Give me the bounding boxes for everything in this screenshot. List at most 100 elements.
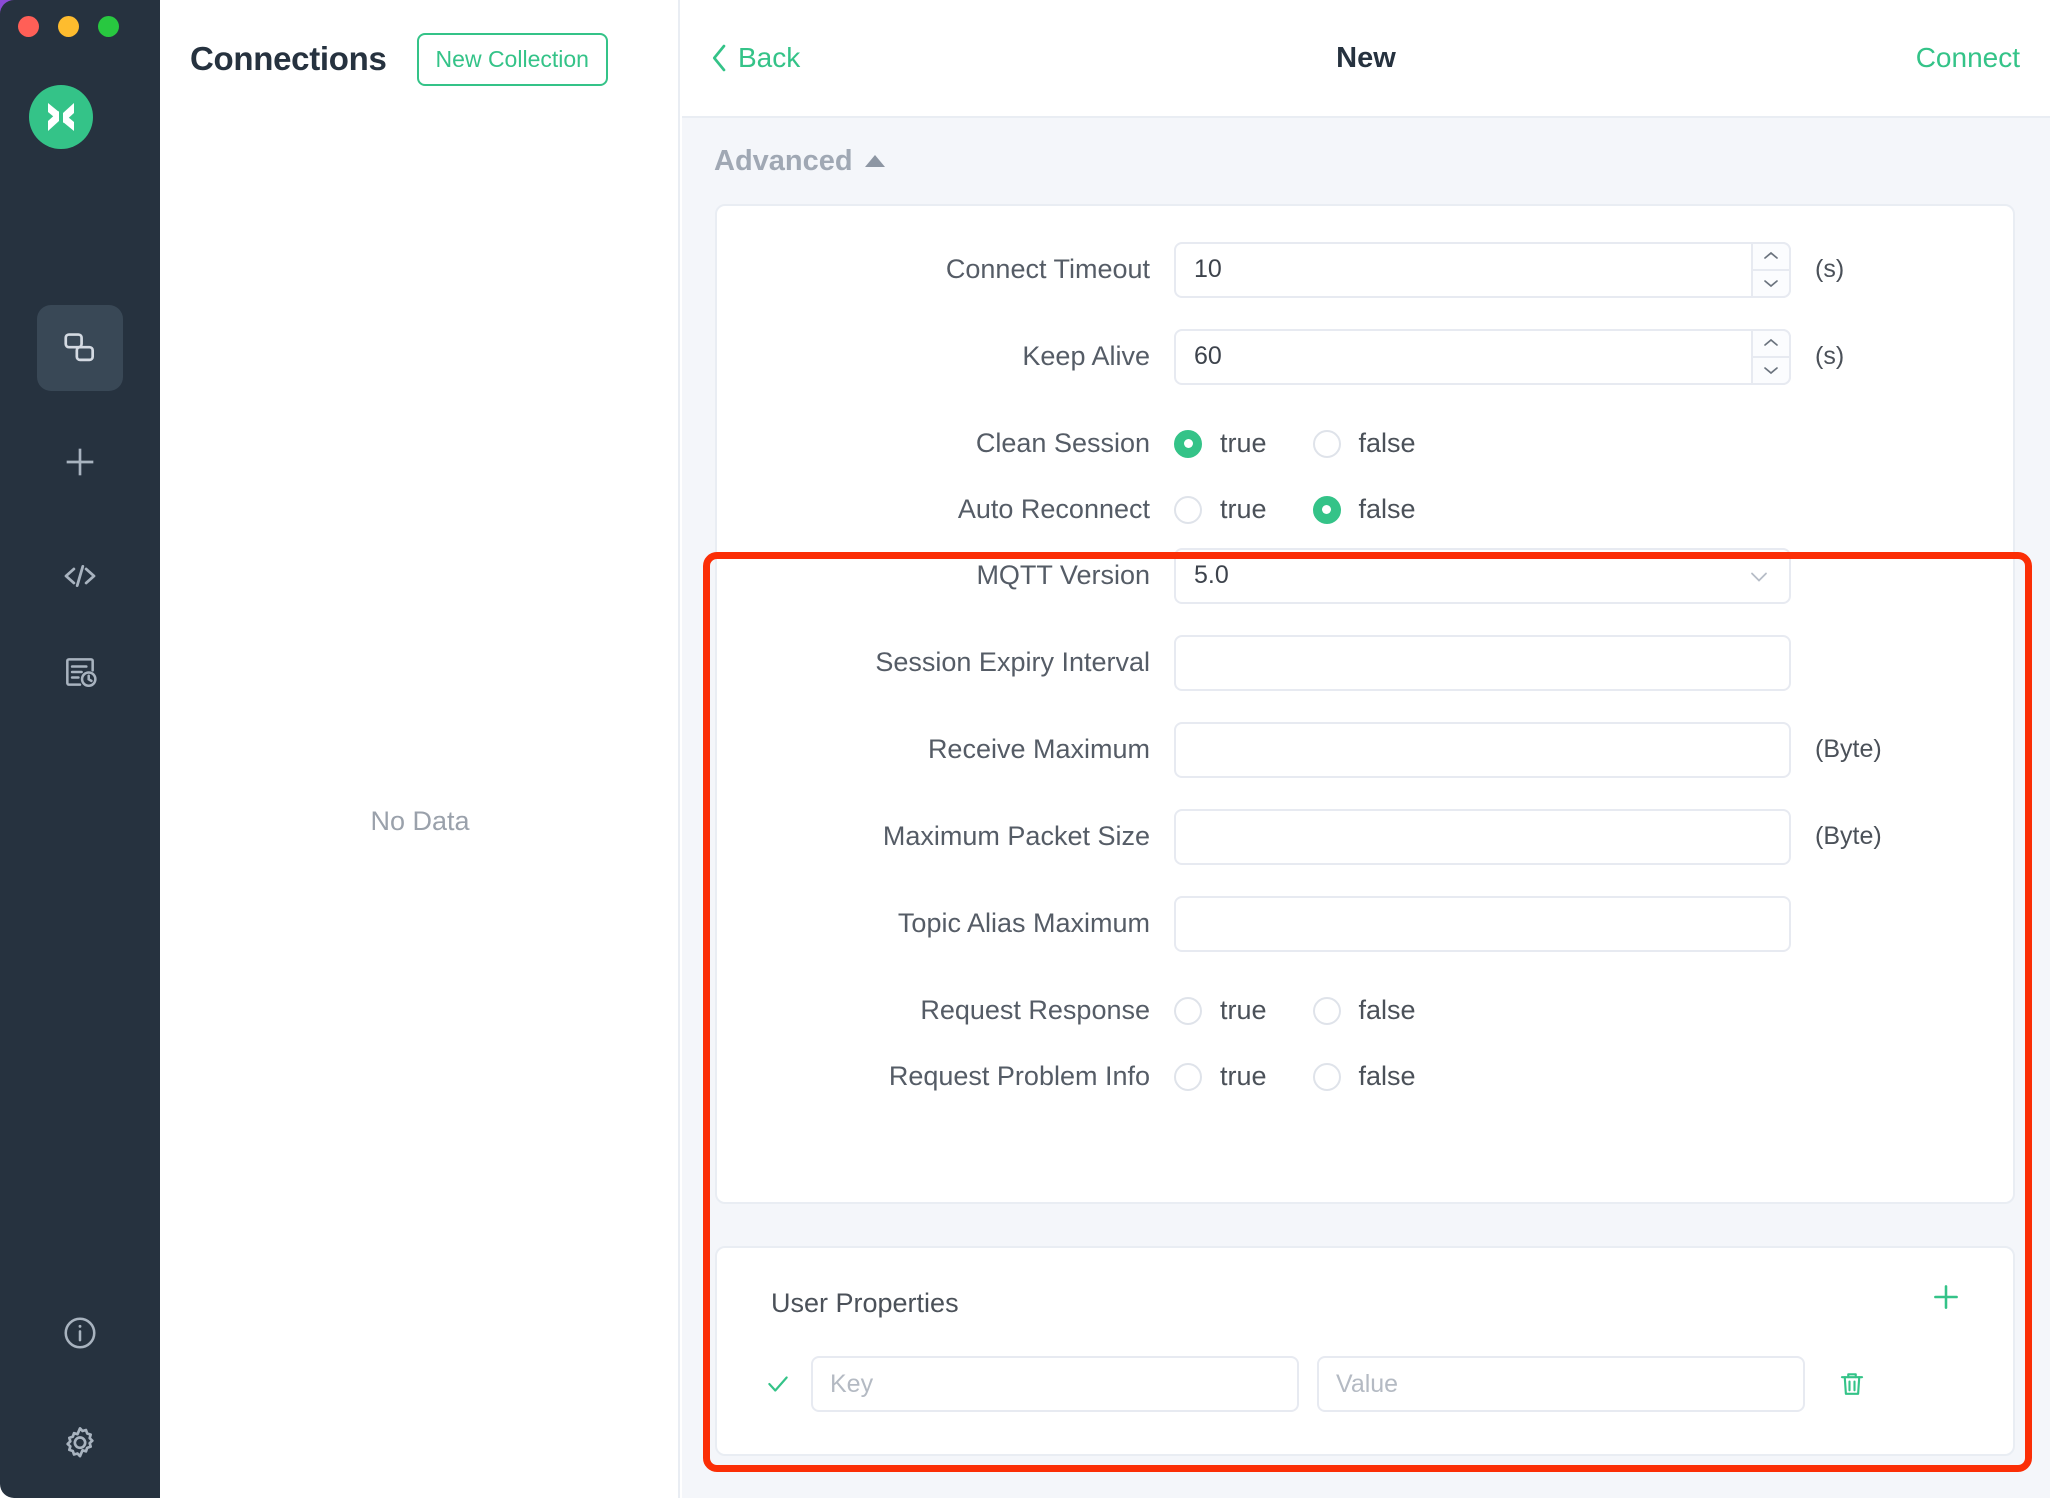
label-receive-maximum: Receive Maximum: [717, 734, 1174, 765]
connect-timeout-stepper[interactable]: [1751, 242, 1791, 298]
maximum-packet-size-input[interactable]: [1194, 822, 1771, 851]
radio-indicator: [1174, 1063, 1202, 1091]
left-icon-rail: [0, 0, 160, 1498]
request-problem-info-radio-group: true false: [1174, 1061, 1462, 1092]
label-session-expiry-interval: Session Expiry Interval: [717, 647, 1174, 678]
session-expiry-interval-input-wrap[interactable]: [1174, 635, 1791, 691]
add-user-property-button[interactable]: [1929, 1280, 1963, 1319]
detail-title: New: [682, 42, 2050, 75]
maximum-packet-size-input-wrap[interactable]: [1174, 809, 1791, 865]
keep-alive-stepper[interactable]: [1751, 329, 1791, 385]
property-value-input[interactable]: [1336, 1370, 1786, 1399]
user-properties-title: User Properties: [771, 1288, 959, 1319]
trash-icon: [1837, 1368, 1867, 1400]
advanced-settings-card: Connect Timeout (s): [715, 204, 2015, 1204]
label-topic-alias-maximum: Topic Alias Maximum: [717, 908, 1174, 939]
request-problem-info-true[interactable]: true: [1174, 1061, 1267, 1092]
check-icon: [763, 1371, 793, 1397]
mqtt-version-value: 5.0: [1194, 561, 1229, 590]
property-value-field[interactable]: [1317, 1356, 1805, 1412]
connect-timeout-unit: (s): [1815, 255, 1844, 284]
rail-secondary-nav: [0, 1278, 160, 1498]
row-connect-timeout: Connect Timeout (s): [717, 226, 2017, 313]
detail-header: Back New Connect: [682, 0, 2050, 118]
empty-state-text: No Data: [160, 806, 680, 837]
mqttx-logo: [29, 85, 93, 149]
connect-timeout-input-wrap[interactable]: [1174, 242, 1791, 298]
sidebar-item-connections[interactable]: [0, 300, 160, 396]
radio-indicator: [1174, 997, 1202, 1025]
auto-reconnect-true[interactable]: true: [1174, 494, 1267, 525]
advanced-toggle[interactable]: Advanced: [714, 145, 885, 178]
connections-header: Connections New Collection: [160, 0, 680, 118]
connect-timeout-input[interactable]: [1194, 255, 1771, 284]
sidebar-item-log[interactable]: [0, 624, 160, 720]
request-response-true[interactable]: true: [1174, 995, 1267, 1026]
radio-label: true: [1220, 494, 1267, 525]
sidebar-item-settings[interactable]: [0, 1388, 160, 1498]
stepper-up-icon[interactable]: [1753, 244, 1789, 271]
row-mqtt-version: MQTT Version 5.0: [717, 532, 2017, 619]
property-key-input[interactable]: [830, 1370, 1280, 1399]
property-enabled-check-icon[interactable]: [763, 1371, 811, 1397]
minimize-button[interactable]: [58, 16, 79, 37]
request-response-false[interactable]: false: [1313, 995, 1416, 1026]
row-session-expiry-interval: Session Expiry Interval: [717, 619, 2017, 706]
label-auto-reconnect: Auto Reconnect: [717, 494, 1174, 525]
advanced-label: Advanced: [714, 145, 853, 178]
keep-alive-input-wrap[interactable]: [1174, 329, 1791, 385]
receive-maximum-input-wrap[interactable]: [1174, 722, 1791, 778]
label-mqtt-version: MQTT Version: [717, 560, 1174, 591]
info-icon: [61, 1314, 99, 1352]
connection-detail-panel: Back New Connect Advanced Connect Timeou…: [682, 0, 2050, 1498]
property-key-field[interactable]: [811, 1356, 1299, 1412]
user-property-row: [763, 1356, 1867, 1412]
chevron-down-icon: [1747, 561, 1771, 590]
code-icon: [59, 555, 101, 597]
keep-alive-unit: (s): [1815, 342, 1844, 371]
clean-session-false[interactable]: false: [1313, 428, 1416, 459]
radio-indicator: [1174, 430, 1202, 458]
rail-primary-nav: [0, 300, 160, 720]
radio-indicator: [1313, 430, 1341, 458]
chevron-up-icon: [865, 155, 885, 167]
user-properties-card: User Properties: [715, 1246, 2015, 1456]
stepper-up-icon[interactable]: [1753, 331, 1789, 358]
session-expiry-interval-input[interactable]: [1194, 648, 1771, 677]
label-keep-alive: Keep Alive: [717, 341, 1174, 372]
radio-label: false: [1359, 494, 1416, 525]
label-clean-session: Clean Session: [717, 428, 1174, 459]
radio-label: false: [1359, 995, 1416, 1026]
sidebar-item-about[interactable]: [0, 1278, 160, 1388]
plus-icon: [60, 442, 100, 482]
request-problem-info-false[interactable]: false: [1313, 1061, 1416, 1092]
radio-indicator: [1174, 496, 1202, 524]
stepper-down-icon[interactable]: [1753, 358, 1789, 383]
zoom-button[interactable]: [98, 16, 119, 37]
row-maximum-packet-size: Maximum Packet Size (Byte): [717, 793, 2017, 880]
mqtt-version-select[interactable]: 5.0: [1174, 548, 1791, 604]
label-connect-timeout: Connect Timeout: [717, 254, 1174, 285]
radio-label: true: [1220, 1061, 1267, 1092]
mqttx-window: Connections New Collection No Data Back …: [0, 0, 2050, 1498]
mqttx-logo-glyph: [41, 97, 81, 137]
row-keep-alive: Keep Alive (s): [717, 313, 2017, 400]
sidebar-item-new-connection[interactable]: [0, 414, 160, 510]
receive-maximum-unit: (Byte): [1815, 735, 1882, 764]
keep-alive-input[interactable]: [1194, 342, 1771, 371]
row-topic-alias-maximum: Topic Alias Maximum: [717, 880, 2017, 967]
advanced-section-header: Advanced: [682, 118, 2050, 204]
row-receive-maximum: Receive Maximum (Byte): [717, 706, 2017, 793]
request-response-radio-group: true false: [1174, 995, 1462, 1026]
topic-alias-maximum-input-wrap[interactable]: [1174, 896, 1791, 952]
connect-button[interactable]: Connect: [1916, 42, 2020, 74]
sidebar-item-script[interactable]: [0, 528, 160, 624]
close-button[interactable]: [18, 16, 39, 37]
topic-alias-maximum-input[interactable]: [1194, 909, 1771, 938]
new-collection-button[interactable]: New Collection: [417, 33, 608, 86]
stepper-down-icon[interactable]: [1753, 271, 1789, 296]
clean-session-true[interactable]: true: [1174, 428, 1267, 459]
auto-reconnect-false[interactable]: false: [1313, 494, 1416, 525]
delete-user-property-button[interactable]: [1837, 1368, 1867, 1400]
receive-maximum-input[interactable]: [1194, 735, 1771, 764]
